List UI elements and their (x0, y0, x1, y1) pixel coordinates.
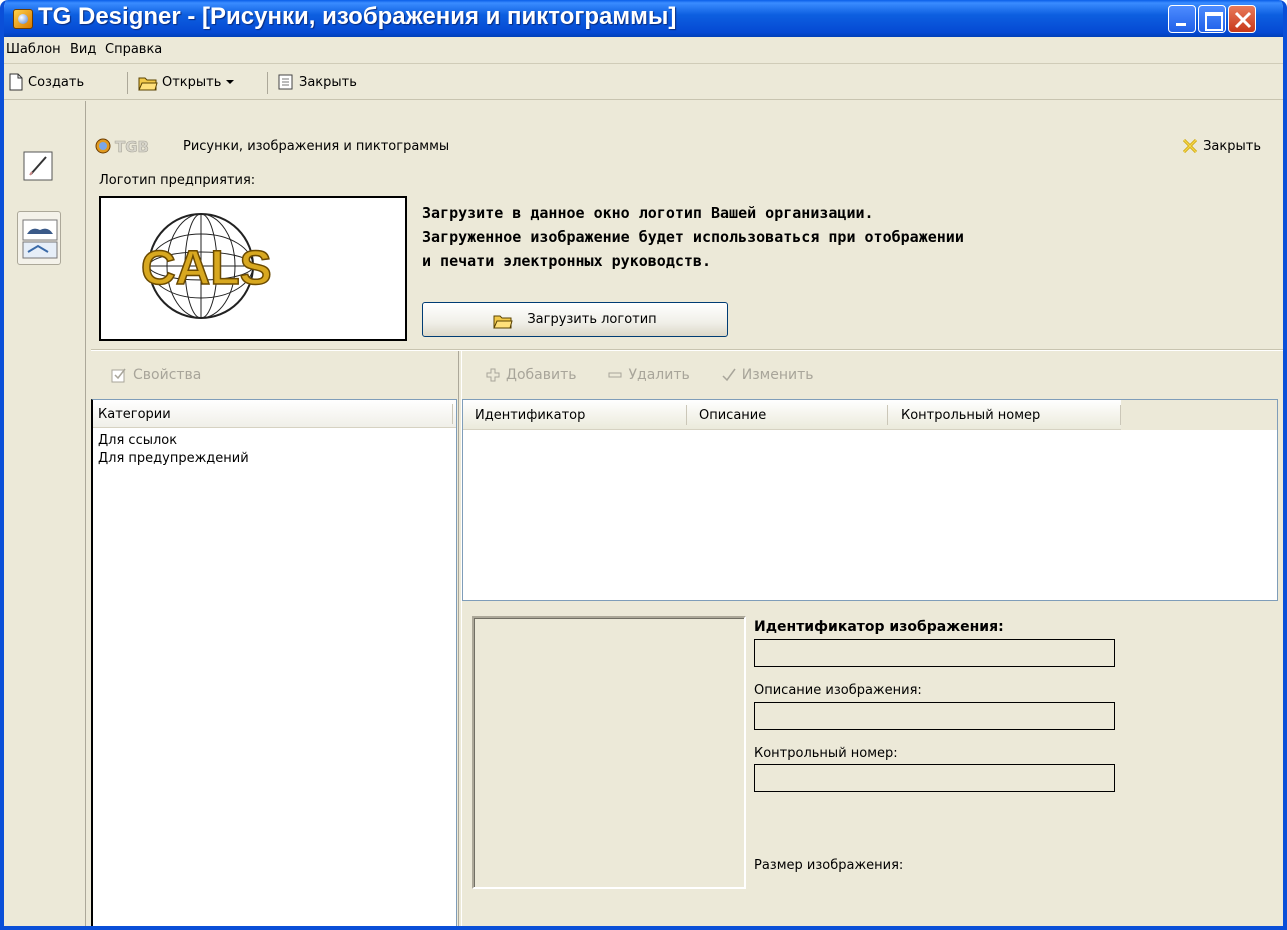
image-id-field[interactable] (754, 639, 1115, 667)
logo-image-box: CALS (99, 196, 407, 341)
checkmark-icon (722, 368, 736, 382)
close-window-button[interactable] (1228, 5, 1256, 33)
instruction-line: Загрузите в данное окно логотип Вашей ор… (422, 204, 874, 222)
logo-label: Логотип предприятия: (99, 173, 256, 188)
images-panel: TGB Рисунки, изображения и пиктограммы З… (91, 101, 1283, 926)
side-edit-button[interactable] (21, 149, 55, 183)
column-header-description[interactable]: Описание (699, 408, 766, 423)
menu-help[interactable]: Справка (105, 42, 162, 57)
panel-title: Рисунки, изображения и пиктограммы (183, 139, 450, 154)
properties-icon (111, 368, 126, 383)
minimize-button[interactable] (1168, 5, 1196, 33)
panel-header: TGB Рисунки, изображения и пиктограммы З… (91, 134, 1283, 159)
open-button[interactable]: Открыть (138, 71, 235, 93)
open-folder-icon (493, 315, 513, 328)
logo-instructions: Загрузите в данное окно логотип Вашей ор… (422, 201, 1182, 273)
menu-view[interactable]: Вид (70, 42, 96, 57)
images-table[interactable]: Идентификатор Описание Контрольный номер (462, 399, 1278, 601)
delete-label: Удалить (628, 367, 690, 383)
column-header-control-number[interactable]: Контрольный номер (901, 408, 1040, 423)
app-icon (13, 9, 33, 29)
tgb-logo-icon: TGB (95, 138, 149, 155)
menu-template[interactable]: Шаблон (6, 42, 61, 57)
add-button[interactable]: Добавить (486, 367, 576, 383)
properties-button[interactable]: Свойства (111, 367, 201, 383)
instruction-line: и печати электронных руководств. (422, 252, 711, 270)
create-label: Создать (28, 74, 85, 90)
tgb-logo-text: TGB (115, 138, 149, 155)
edit-pencil-icon (23, 151, 53, 181)
panel-close-label: Закрыть (1203, 138, 1261, 154)
close-x-icon (1183, 138, 1198, 154)
panel-close-button[interactable]: Закрыть (1182, 138, 1261, 154)
dropdown-arrow-icon[interactable] (225, 78, 235, 86)
window-title: TG Designer - [Рисунки, изображения и пи… (38, 3, 677, 30)
toolbar-separator (267, 72, 268, 94)
create-button[interactable]: Создать (8, 71, 84, 93)
header-filler (1121, 400, 1277, 430)
cals-logo-text: CALS (141, 242, 272, 295)
delete-button[interactable]: Удалить (608, 367, 690, 383)
side-images-button[interactable] (17, 211, 61, 265)
menu-bar: Шаблон Вид Справка (4, 37, 1283, 64)
horizontal-splitter[interactable] (91, 349, 1283, 351)
add-label: Добавить (506, 367, 577, 383)
actions-bar: Добавить Удалить Изменить (486, 367, 813, 383)
control-number-field[interactable] (754, 764, 1115, 792)
plus-icon (486, 368, 500, 382)
upload-logo-label: Загрузить логотип (527, 312, 657, 327)
categories-list[interactable]: Категории Для ссылок Для предупреждений (91, 399, 457, 926)
close-doc-label: Закрыть (299, 74, 357, 90)
company-logo-image: CALS (140, 213, 272, 319)
open-label: Открыть (162, 74, 222, 90)
image-id-label: Идентификатор изображения: (754, 619, 1004, 635)
list-item[interactable]: Для ссылок (93, 432, 456, 450)
edit-button[interactable]: Изменить (722, 367, 814, 383)
app-window: TG Designer - [Рисунки, изображения и пи… (0, 0, 1287, 930)
close-document-icon (278, 74, 293, 90)
image-size-label: Размер изображения: (754, 858, 904, 873)
image-description-field[interactable] (754, 702, 1115, 730)
minus-icon (608, 372, 622, 378)
images-icon (22, 219, 58, 259)
maximize-button[interactable] (1198, 5, 1226, 33)
close-icon (1234, 11, 1252, 29)
title-bar[interactable]: TG Designer - [Рисунки, изображения и пи… (4, 0, 1283, 37)
side-navigation (4, 101, 86, 926)
new-document-icon (9, 73, 23, 91)
properties-label: Свойства (133, 367, 202, 383)
image-preview (472, 616, 746, 889)
open-folder-icon (138, 77, 158, 91)
toolbar-separator (127, 72, 128, 94)
control-number-label: Контрольный номер: (754, 746, 898, 761)
toolbar: Создать Открыть Закрыть (4, 64, 1283, 100)
column-divider[interactable] (887, 405, 888, 425)
categories-column-label: Категории (98, 407, 171, 422)
column-divider[interactable] (686, 405, 687, 425)
table-header: Идентификатор Описание Контрольный номер (463, 400, 1277, 430)
instruction-line: Загруженное изображение будет использова… (422, 228, 964, 246)
list-item[interactable]: Для предупреждений (93, 450, 456, 468)
image-description-label: Описание изображения: (754, 683, 922, 698)
close-doc-button[interactable]: Закрыть (277, 71, 357, 93)
upload-logo-button[interactable]: Загрузить логотип (422, 302, 728, 337)
categories-column-header[interactable]: Категории (93, 400, 456, 428)
column-header-id[interactable]: Идентификатор (475, 408, 585, 423)
edit-label: Изменить (741, 367, 814, 383)
